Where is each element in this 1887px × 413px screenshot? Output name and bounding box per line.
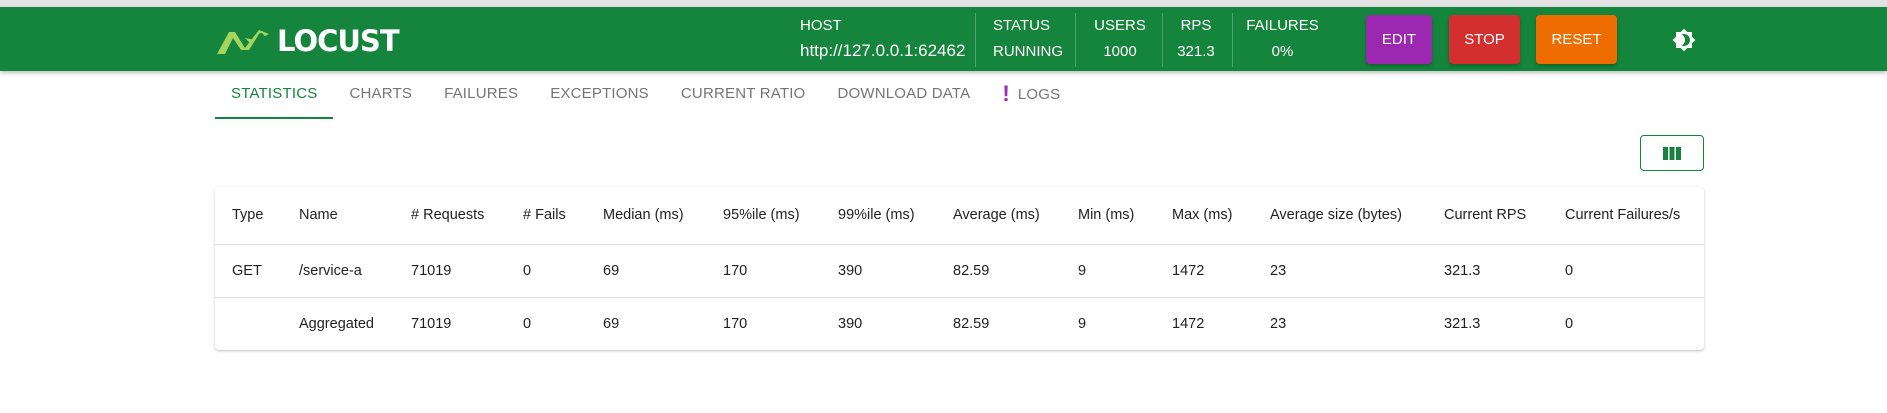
status-value: RUNNING (993, 43, 1063, 60)
host-label: HOST (800, 17, 842, 34)
table-cell: 170 (706, 244, 821, 298)
table-cell (215, 297, 282, 350)
table-cell: 0 (506, 244, 586, 298)
divider (1162, 13, 1163, 67)
table-cell: 1472 (1172, 315, 1205, 332)
column-header[interactable]: Current RPS (1427, 187, 1548, 245)
table-cell: 71019 (394, 244, 506, 298)
edit-button[interactable]: EDIT (1366, 15, 1432, 64)
table-cell: 390 (838, 315, 863, 332)
column-header[interactable]: Min (ms) (1061, 187, 1155, 245)
users-label: USERS (1094, 17, 1146, 34)
table-header-row: Type Name # Requests # Fails Median (ms)… (215, 187, 1704, 245)
tab-statistics[interactable]: STATISTICS (215, 71, 334, 119)
tab-download-data[interactable]: DOWNLOAD DATA (821, 71, 986, 119)
host-value: http://127.0.0.1:62462 (800, 41, 966, 60)
failures-label: FAILURES (1246, 17, 1319, 34)
tab-bar: STATISTICS CHARTS FAILURES EXCEPTIONS CU… (215, 71, 1076, 119)
brightness-icon[interactable] (1672, 28, 1696, 52)
brand-name: LOCUST (277, 24, 400, 58)
table-cell: 0 (523, 315, 532, 332)
status-stat: STATUS RUNNING (993, 17, 1063, 61)
column-header[interactable]: 99%ile (ms) (821, 187, 936, 245)
users-value: 1000 (1103, 43, 1137, 60)
table-cell: 390 (821, 244, 936, 298)
stop-button[interactable]: STOP (1449, 15, 1520, 64)
app-bar: LOCUST HOST http://127.0.0.1:62462 STATU… (0, 7, 1887, 71)
tab-logs-label: LOGS (1017, 86, 1061, 103)
column-header[interactable]: Current Failures/s (1548, 187, 1704, 245)
table-cell: 170 (723, 315, 748, 332)
column-header[interactable]: Average (ms) (936, 187, 1061, 245)
table-cell: 23 (1253, 244, 1427, 298)
table-row: Aggregated 71019 0 69 170 390 82.59 9 14… (215, 297, 1704, 350)
column-header[interactable]: 95%ile (ms) (706, 187, 821, 245)
table-cell: 71019 (411, 315, 452, 332)
column-header[interactable]: # Requests (394, 187, 506, 245)
table-cell: 69 (603, 315, 620, 332)
tab-logs[interactable]: ! LOGS (986, 71, 1076, 119)
exclamation-icon: ! (1002, 81, 1010, 106)
table-cell: 69 (586, 244, 706, 298)
reset-button[interactable]: RESET (1536, 15, 1617, 64)
table-cell: /service-a (282, 244, 394, 298)
table-cell: 82.59 (936, 244, 1061, 298)
table-cell: Aggregated (299, 315, 374, 332)
locust-logo-icon (217, 30, 269, 54)
tab-current-ratio[interactable]: CURRENT RATIO (665, 71, 822, 119)
rps-label: RPS (1180, 17, 1212, 34)
failures-stat: FAILURES 0% (1245, 17, 1320, 61)
tab-charts[interactable]: CHARTS (333, 71, 428, 119)
users-stat: USERS 1000 (1090, 17, 1150, 61)
column-header[interactable]: # Fails (506, 187, 586, 245)
statistics-table: Type Name # Requests # Fails Median (ms)… (215, 187, 1704, 350)
table-cell: GET (215, 244, 282, 298)
divider (1232, 13, 1233, 67)
brand[interactable]: LOCUST (215, 24, 400, 58)
tab-failures[interactable]: FAILURES (428, 71, 534, 119)
table-cell: 0 (1565, 315, 1574, 332)
table-cell: 321.3 (1427, 244, 1548, 298)
table-cell: 9 (1061, 244, 1155, 298)
table-cell: 23 (1270, 315, 1287, 332)
rps-value: 321.3 (1177, 43, 1215, 60)
rps-stat: RPS 321.3 (1173, 17, 1219, 61)
tab-exceptions[interactable]: EXCEPTIONS (534, 71, 665, 119)
column-header[interactable]: Median (ms) (586, 187, 706, 245)
table-cell: 9 (1078, 315, 1087, 332)
host-stat: HOST http://127.0.0.1:62462 (800, 17, 965, 60)
column-header[interactable]: Type (215, 187, 282, 245)
browser-top-strip (0, 0, 1887, 7)
divider (1075, 13, 1076, 67)
failures-value: 0% (1271, 43, 1294, 60)
status-label: STATUS (993, 17, 1050, 34)
table-cell: 82.59 (953, 315, 990, 332)
table-cell: 0 (1548, 244, 1704, 298)
table-cell: 1472 (1155, 244, 1253, 298)
column-header[interactable]: Name (282, 187, 394, 245)
view-column-icon (1663, 146, 1681, 160)
column-header[interactable]: Average size (bytes) (1253, 187, 1427, 245)
table-row: GET /service-a 71019 0 69 170 390 82.59 … (215, 244, 1704, 298)
divider (975, 13, 976, 67)
column-selector-button[interactable] (1640, 135, 1704, 171)
table-cell: 321.3 (1444, 315, 1481, 332)
column-header[interactable]: Max (ms) (1155, 187, 1253, 245)
